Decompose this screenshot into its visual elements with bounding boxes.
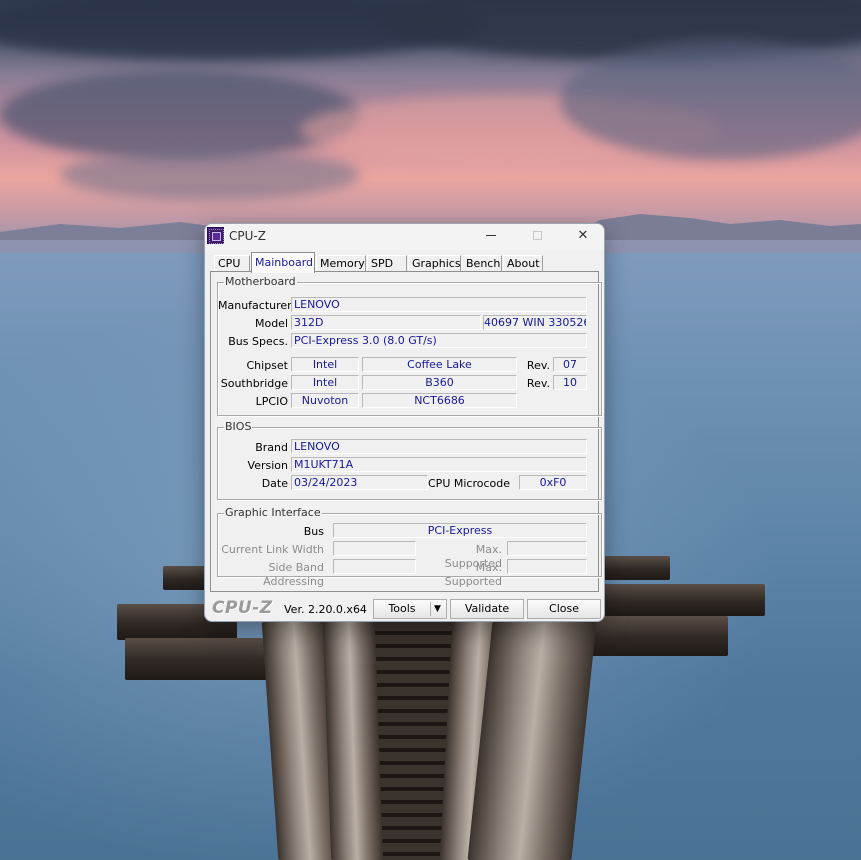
lpcio-vendor-value: Nuvoton [291, 393, 359, 408]
close-window-button[interactable]: ✕ [560, 224, 604, 250]
tools-button[interactable]: Tools ▼ [373, 599, 447, 619]
max-supported-value-1 [507, 541, 587, 556]
southbridge-rev-value: 10 [553, 375, 587, 390]
mainboard-panel: Motherboard Manufacturer LENOVO Model 31… [210, 271, 602, 592]
cpuz-app-icon [207, 227, 224, 244]
pier-plank [603, 556, 670, 580]
manufacturer-label: Manufacturer [218, 299, 292, 312]
cpuz-window: CPU-Z ✕ CPU Mainboard Memory SPD Graphic… [204, 223, 605, 622]
minimize-button[interactable] [468, 224, 514, 250]
bios-brand-label: Brand [255, 441, 288, 454]
validate-button[interactable]: Validate [450, 599, 524, 619]
bios-date-label: Date [261, 477, 288, 490]
bios-group: BIOS Brand LENOVO Version M1UKT71A Date … [217, 420, 602, 500]
graphic-interface-group: Graphic Interface Bus PCI-Express Curren… [217, 506, 602, 588]
close-button[interactable]: Close [527, 599, 601, 619]
tab-bench[interactable]: Bench [462, 255, 502, 272]
pier-beam [322, 622, 384, 860]
wallpaper-cloud [0, 70, 360, 160]
title-bar[interactable]: CPU-Z ✕ [205, 224, 604, 250]
southbridge-label: Southbridge [220, 377, 288, 390]
model-value: 312D [291, 315, 481, 330]
bus-specs-value: PCI-Express 3.0 (8.0 GT/s) [291, 333, 587, 348]
motherboard-group-title: Motherboard [224, 275, 297, 289]
bios-group-title: BIOS [224, 420, 253, 434]
graphic-interface-group-title: Graphic Interface [224, 506, 322, 520]
maximize-icon [532, 231, 542, 240]
current-link-width-value [333, 541, 416, 556]
minimize-icon [486, 235, 496, 236]
bios-version-value: M1UKT71A [291, 457, 587, 472]
side-band-addressing-value [333, 559, 416, 574]
pier-plank [603, 584, 765, 616]
tab-about[interactable]: About [503, 255, 543, 272]
dropdown-arrow-icon[interactable]: ▼ [434, 600, 441, 618]
chipset-rev-value: 07 [553, 357, 587, 372]
motherboard-group: Motherboard Manufacturer LENOVO Model 31… [217, 275, 602, 416]
southbridge-name-value: B360 [362, 375, 517, 390]
maximize-button[interactable] [514, 224, 560, 250]
tab-mainboard[interactable]: Mainboard [251, 252, 315, 273]
tools-button-label: Tools [388, 602, 416, 615]
side-band-addressing-label: Side Band Addressing [263, 561, 324, 588]
current-link-width-label: Current Link Width [221, 543, 324, 556]
gi-bus-label: Bus [303, 525, 324, 538]
bios-brand-value: LENOVO [291, 439, 587, 454]
close-icon: ✕ [577, 228, 589, 243]
chipset-vendor-value: Intel [291, 357, 359, 372]
window-title: CPU-Z [229, 229, 266, 243]
tools-button-separator [430, 602, 431, 616]
southbridge-rev-label: Rev. [526, 377, 550, 390]
cpu-microcode-value: 0xF0 [519, 475, 587, 490]
manufacturer-value: LENOVO [291, 297, 587, 312]
model-label: Model [254, 317, 288, 330]
bios-version-label: Version [247, 459, 288, 472]
model-extra-value: 40697 WIN 33052624 [483, 315, 587, 330]
tab-memory[interactable]: Memory [316, 255, 366, 272]
tab-spd[interactable]: SPD [367, 255, 407, 272]
cpu-microcode-label: CPU Microcode [428, 477, 510, 490]
lpcio-label: LPCIO [255, 395, 288, 408]
chipset-rev-label: Rev. [526, 359, 550, 372]
chipset-name-value: Coffee Lake [362, 357, 517, 372]
tab-graphics[interactable]: Graphics [408, 255, 461, 272]
bios-date-value: 03/24/2023 [291, 475, 428, 490]
bottom-bar: CPU-Z Ver. 2.20.0.x64 Tools ▼ Validate C… [205, 596, 604, 621]
bus-specs-label: Bus Specs. [228, 335, 288, 348]
chipset-label: Chipset [246, 359, 288, 372]
southbridge-vendor-value: Intel [291, 375, 359, 390]
gi-bus-value: PCI-Express [333, 523, 587, 538]
lpcio-name-value: NCT6686 [362, 393, 517, 408]
tab-cpu[interactable]: CPU [214, 255, 250, 272]
version-text: Ver. 2.20.0.x64 [284, 603, 367, 616]
max-supported-value-2 [507, 559, 587, 574]
wallpaper-cloud [60, 150, 360, 200]
max-supported-label-2: Max. Supported [444, 561, 502, 588]
cpuz-logo: CPU-Z [212, 598, 273, 618]
